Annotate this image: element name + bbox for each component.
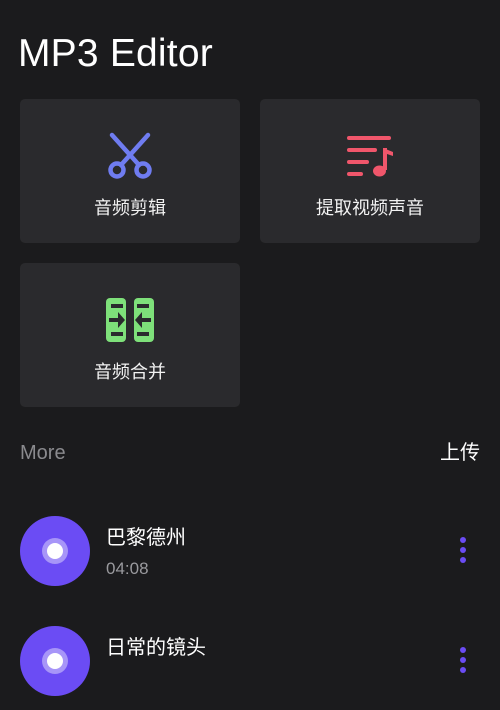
song-list-item[interactable]: 巴黎德州 04:08 bbox=[0, 516, 500, 600]
merge-icon bbox=[105, 296, 155, 344]
disc-icon bbox=[20, 626, 90, 696]
song-duration: 04:08 bbox=[106, 559, 149, 578]
audio-merge-card[interactable]: 音频合并 bbox=[20, 263, 240, 407]
audio-cut-card[interactable]: 音频剪辑 bbox=[20, 99, 240, 243]
more-options-icon[interactable] bbox=[452, 647, 474, 675]
more-section-label: More bbox=[20, 442, 66, 464]
scissors-icon bbox=[105, 132, 155, 180]
song-title: 日常的镜头 bbox=[106, 635, 206, 659]
audio-cut-label: 音频剪辑 bbox=[94, 198, 166, 219]
song-title: 巴黎德州 bbox=[106, 525, 186, 549]
extract-audio-label: 提取视频声音 bbox=[316, 198, 424, 219]
extract-audio-card[interactable]: 提取视频声音 bbox=[260, 99, 480, 243]
app-title: MP3 Editor bbox=[18, 32, 213, 75]
music-list-icon bbox=[345, 132, 395, 180]
upload-button[interactable]: 上传 bbox=[440, 439, 480, 465]
audio-merge-label: 音频合并 bbox=[94, 362, 166, 383]
more-options-icon[interactable] bbox=[452, 537, 474, 565]
disc-icon bbox=[20, 516, 90, 586]
song-list-item[interactable]: 日常的镜头 bbox=[0, 626, 500, 710]
